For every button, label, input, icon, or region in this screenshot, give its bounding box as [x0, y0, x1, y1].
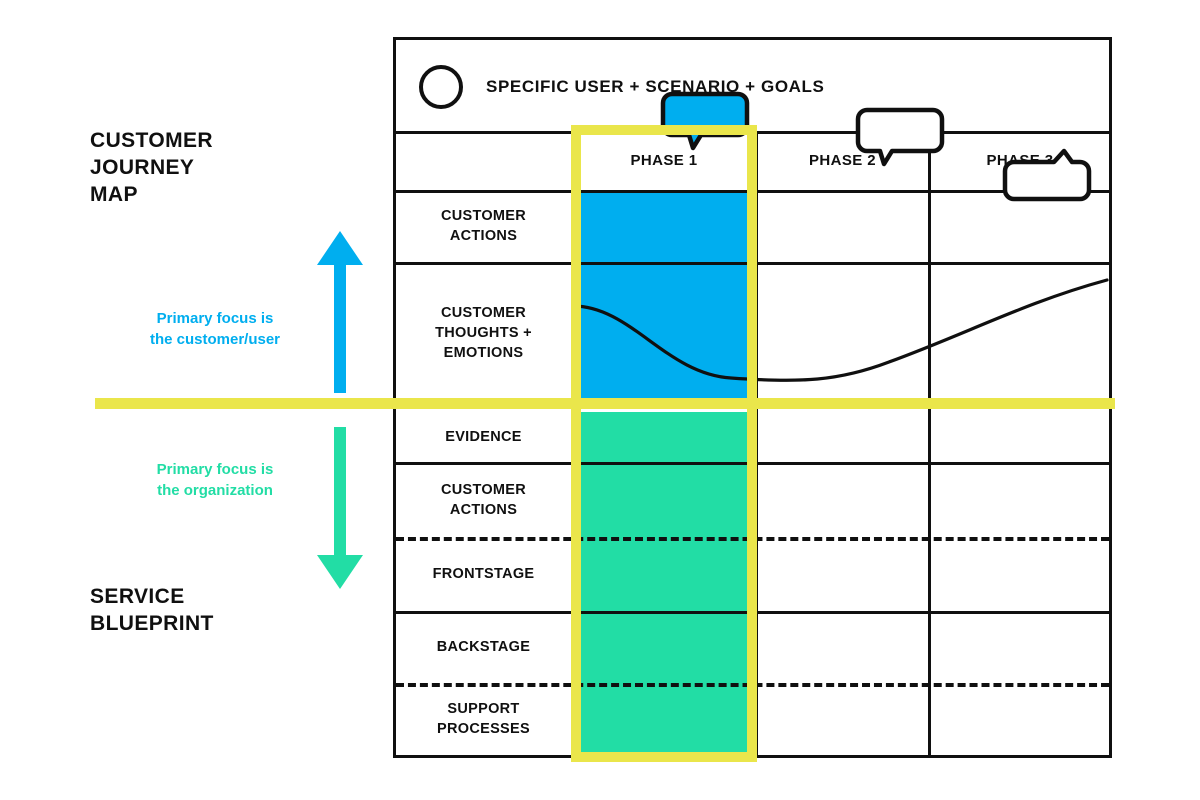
- rule-phase1-phase2: [755, 131, 758, 755]
- customer-journey-map-title: CUSTOMER JOURNEY MAP: [90, 129, 213, 206]
- row-label-evidence: EVIDENCE: [445, 429, 522, 445]
- speech-bubble-icon: [855, 107, 945, 167]
- row-label-backstage: BACKSTAGE: [436, 639, 531, 655]
- emotion-curve-line: [571, 278, 1109, 382]
- row-label-frontstage: FRONTSTAGE: [432, 566, 535, 582]
- primary-focus-organization-note: Primary focus is the organization: [156, 461, 274, 499]
- service-blueprint-title: SERVICE BLUEPRINT: [90, 585, 214, 635]
- primary-focus-customer-note: Primary focus is the customer/user: [149, 310, 281, 348]
- scenario-banner-label: SPECIFIC USER + SCENARIO + GOALS: [486, 77, 825, 96]
- rule-phase2-phase3: [928, 131, 931, 755]
- line-of-separation-highlight: [95, 398, 1115, 409]
- speech-bubble-icon: [1002, 148, 1092, 202]
- arrow-down-icon: [317, 427, 363, 589]
- persona-circle-icon: [419, 65, 463, 109]
- row-label-support-processes: SUPPORT PROCESSES: [437, 701, 530, 737]
- service-blueprint-diagram: CUSTOMER JOURNEY MAP Primary focus is th…: [0, 0, 1200, 800]
- speech-bubble-icon: [660, 91, 750, 151]
- row-label-customer-actions-lower: CUSTOMER ACTIONS: [440, 481, 527, 518]
- row-label-customer-actions-upper: CUSTOMER ACTIONS: [440, 208, 527, 244]
- row-label-customer-thoughts-emotions: CUSTOMER THOUGHTS + EMOTIONS: [435, 304, 532, 361]
- rule-label-column: [571, 131, 574, 755]
- arrow-up-icon: [317, 231, 363, 393]
